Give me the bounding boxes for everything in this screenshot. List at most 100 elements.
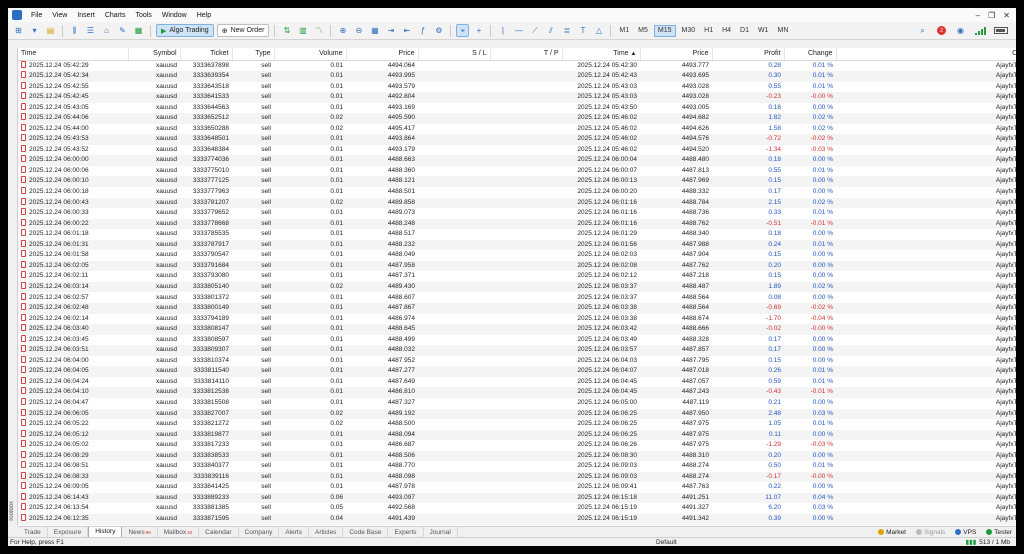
notification-badge[interactable]: 2 xyxy=(937,26,946,35)
vps-button[interactable]: VPS xyxy=(955,529,976,536)
table-row[interactable]: 2025.12.24 06:08:51 xauusd 3333840377 sell 0… xyxy=(18,461,1016,472)
timeframe-w1[interactable]: W1 xyxy=(755,25,772,37)
close-icon[interactable]: ✕ xyxy=(1003,11,1010,20)
table-row[interactable]: 2025.12.24 06:12:35 xauusd 3333871595 sell 0… xyxy=(18,513,1016,525)
table-row[interactable]: 2025.12.24 06:13:54 xauusd 3333881385 sell 0… xyxy=(18,503,1016,514)
column-header-type[interactable]: Type xyxy=(232,48,275,61)
column-header-price[interactable]: Price xyxy=(346,48,419,61)
vertical-line-icon[interactable]: | xyxy=(496,24,509,37)
column-header-profit[interactable]: Profit xyxy=(712,48,785,61)
table-row[interactable]: 2025.12.24 06:03:14 xauusd 3333805140 sell 0… xyxy=(18,281,1016,293)
timeframe-mn[interactable]: MN xyxy=(775,25,792,37)
bar-chart-icon[interactable]: ▥ xyxy=(296,24,309,37)
algo-trading-button[interactable]: ▶ Algo Trading xyxy=(156,24,214,37)
table-row[interactable]: 2025.12.24 06:03:40 xauusd 3333808147 sell 0… xyxy=(18,324,1016,335)
tab-calendar[interactable]: Calendar xyxy=(199,526,239,538)
market-icon[interactable]: ⌂ xyxy=(100,24,113,37)
timeframe-h1[interactable]: H1 xyxy=(701,25,716,37)
menu-file[interactable]: File xyxy=(26,12,47,19)
table-row[interactable]: 2025.12.24 06:02:11 xauusd 3333793080 sell 0… xyxy=(18,271,1016,282)
timeframe-h4[interactable]: H4 xyxy=(719,25,734,37)
timeframe-m15[interactable]: M15 xyxy=(653,24,676,37)
table-row[interactable]: 2025.12.24 06:04:00 xauusd 3333810374 sell 0… xyxy=(18,355,1016,367)
auto-scroll-icon[interactable]: ⇥ xyxy=(384,24,397,37)
table-row[interactable]: 2025.12.24 06:04:24 xauusd 3333814110 sell 0… xyxy=(18,376,1016,388)
tab-mailbox[interactable]: Mailbox 10 xyxy=(158,526,200,538)
table-row[interactable]: 2025.12.24 06:00:10 xauusd 3333777125 sell 0… xyxy=(18,176,1016,188)
tab-news[interactable]: News 99 xyxy=(122,526,158,538)
editor-icon[interactable]: ✎ xyxy=(116,24,129,37)
menu-window[interactable]: Window xyxy=(157,12,192,19)
table-row[interactable]: 2025.12.24 06:05:22 xauusd 3333821272 sell 0… xyxy=(18,419,1016,430)
table-row[interactable]: 2025.12.24 05:43:52 xauusd 3333648384 sell 0… xyxy=(18,144,1016,156)
column-header-comment[interactable]: Comment xyxy=(836,48,1016,61)
table-row[interactable]: 2025.12.24 06:01:58 xauusd 3333790547 sell 0… xyxy=(18,250,1016,261)
column-header-close-price[interactable]: Price xyxy=(640,48,713,61)
table-row[interactable]: 2025.12.24 05:42:29 xauusd 3333637898 sell 0… xyxy=(18,60,1016,71)
tester-icon[interactable]: ▦ xyxy=(132,24,145,37)
table-row[interactable]: 2025.12.24 06:04:47 xauusd 3333815508 sell 0… xyxy=(18,397,1016,409)
navigator-icon[interactable]: ☰ xyxy=(84,24,97,37)
search-icon[interactable]: ⌕ xyxy=(916,24,929,37)
cursor-icon[interactable]: ⌖ xyxy=(456,24,470,37)
column-header-close-time[interactable]: Time ▲ xyxy=(562,48,641,61)
table-row[interactable]: 2025.12.24 06:04:05 xauusd 3333811540 sell 0… xyxy=(18,366,1016,377)
table-row[interactable]: 2025.12.24 06:00:00 xauusd 3333774036 sell 0… xyxy=(18,155,1016,166)
column-header-sl[interactable]: S / L xyxy=(418,48,491,61)
table-row[interactable]: 2025.12.24 05:42:45 xauusd 3333641533 sell 0… xyxy=(18,92,1016,103)
table-row[interactable]: 2025.12.24 06:00:22 xauusd 3333778668 sell 0… xyxy=(18,218,1016,230)
tab-history[interactable]: History xyxy=(88,526,123,538)
tab-journal[interactable]: Journal xyxy=(424,526,458,538)
table-row[interactable]: 2025.12.24 06:00:33 xauusd 3333779652 sell 0… xyxy=(18,208,1016,219)
tab-code-base[interactable]: Code Base xyxy=(343,526,389,538)
account-icon[interactable]: ◉ xyxy=(954,24,967,37)
line-chart-icon[interactable]: 〽 xyxy=(312,24,325,37)
column-header-symbol[interactable]: Symbol xyxy=(128,48,181,61)
tab-trade[interactable]: Trade xyxy=(18,526,48,538)
table-row[interactable]: 2025.12.24 05:43:53 xauusd 3333648501 sell 0… xyxy=(18,134,1016,145)
table-row[interactable]: 2025.12.24 05:42:55 xauusd 3333643518 sell 0… xyxy=(18,81,1016,93)
text-icon[interactable]: T xyxy=(576,24,589,37)
horizontal-line-icon[interactable]: — xyxy=(512,24,525,37)
table-row[interactable]: 2025.12.24 06:09:05 xauusd 3333841425 sell 0… xyxy=(18,482,1016,493)
toolbox-strip[interactable]: Toolbox xyxy=(8,48,18,526)
column-header-tp[interactable]: T / P xyxy=(490,48,563,61)
table-row[interactable]: 2025.12.24 06:14:43 xauusd 3333889233 sell 0… xyxy=(18,492,1016,504)
table-row[interactable]: 2025.12.24 05:44:00 xauusd 3333650288 sell 0… xyxy=(18,123,1016,135)
market-watch-icon[interactable]: ▤ xyxy=(44,24,57,37)
table-row[interactable]: 2025.12.24 06:06:05 xauusd 3333827007 sell 0… xyxy=(18,408,1016,420)
signals-button[interactable]: Signals xyxy=(915,529,945,536)
tab-experts[interactable]: Experts xyxy=(388,526,424,538)
table-row[interactable]: 2025.12.24 06:03:51 xauusd 3333809307 sell 0… xyxy=(18,345,1016,356)
one-click-trading-icon[interactable]: ⇅ xyxy=(280,24,293,37)
zoom-out-icon[interactable]: ⊖ xyxy=(352,24,365,37)
menu-view[interactable]: View xyxy=(47,12,72,19)
new-chart-icon[interactable]: ⊞ xyxy=(12,24,25,37)
table-row[interactable]: 2025.12.24 06:01:31 xauusd 3333787917 sell 0… xyxy=(18,239,1016,251)
table-row[interactable]: 2025.12.24 06:02:48 xauusd 3333800149 sell 0… xyxy=(18,303,1016,314)
market-button[interactable]: Market xyxy=(878,529,906,536)
profiles-icon[interactable]: ▾ xyxy=(28,24,41,37)
table-row[interactable]: 2025.12.24 06:02:05 xauusd 3333791684 sell 0… xyxy=(18,260,1016,272)
table-row[interactable]: 2025.12.24 05:43:05 xauusd 3333644563 sell 0… xyxy=(18,102,1016,114)
table-row[interactable]: 2025.12.24 06:00:06 xauusd 3333775010 sell 0… xyxy=(18,165,1016,177)
tab-alerts[interactable]: Alerts xyxy=(279,526,309,538)
table-row[interactable]: 2025.12.24 06:08:29 xauusd 3333838533 sell 0… xyxy=(18,450,1016,462)
timeframe-m1[interactable]: M1 xyxy=(616,25,632,37)
data-window-icon[interactable]: ⫼ xyxy=(68,24,81,37)
timeframe-d1[interactable]: D1 xyxy=(737,25,752,37)
tab-articles[interactable]: Articles xyxy=(309,526,344,538)
menu-tools[interactable]: Tools xyxy=(130,12,156,19)
menu-insert[interactable]: Insert xyxy=(72,12,100,19)
table-row[interactable]: 2025.12.24 05:42:34 xauusd 3333639354 sell 0… xyxy=(18,71,1016,82)
column-header-change[interactable]: Change xyxy=(784,48,837,61)
new-order-button[interactable]: ⊕ New Order xyxy=(216,24,270,37)
templates-icon[interactable]: ⚙ xyxy=(432,24,445,37)
table-row[interactable]: 2025.12.24 06:05:12 xauusd 3333819877 sell 0… xyxy=(18,429,1016,441)
column-header-volume[interactable]: Volume xyxy=(274,48,347,61)
table-row[interactable]: 2025.12.24 06:08:33 xauusd 3333839116 sell 0… xyxy=(18,471,1016,483)
timeframe-m5[interactable]: M5 xyxy=(635,25,651,37)
table-row[interactable]: 2025.12.24 06:02:14 xauusd 3333794189 sell 0… xyxy=(18,313,1016,325)
table-row[interactable]: 2025.12.24 06:04:10 xauusd 3333812538 sell 0… xyxy=(18,387,1016,398)
timeframe-m30[interactable]: M30 xyxy=(679,25,699,37)
